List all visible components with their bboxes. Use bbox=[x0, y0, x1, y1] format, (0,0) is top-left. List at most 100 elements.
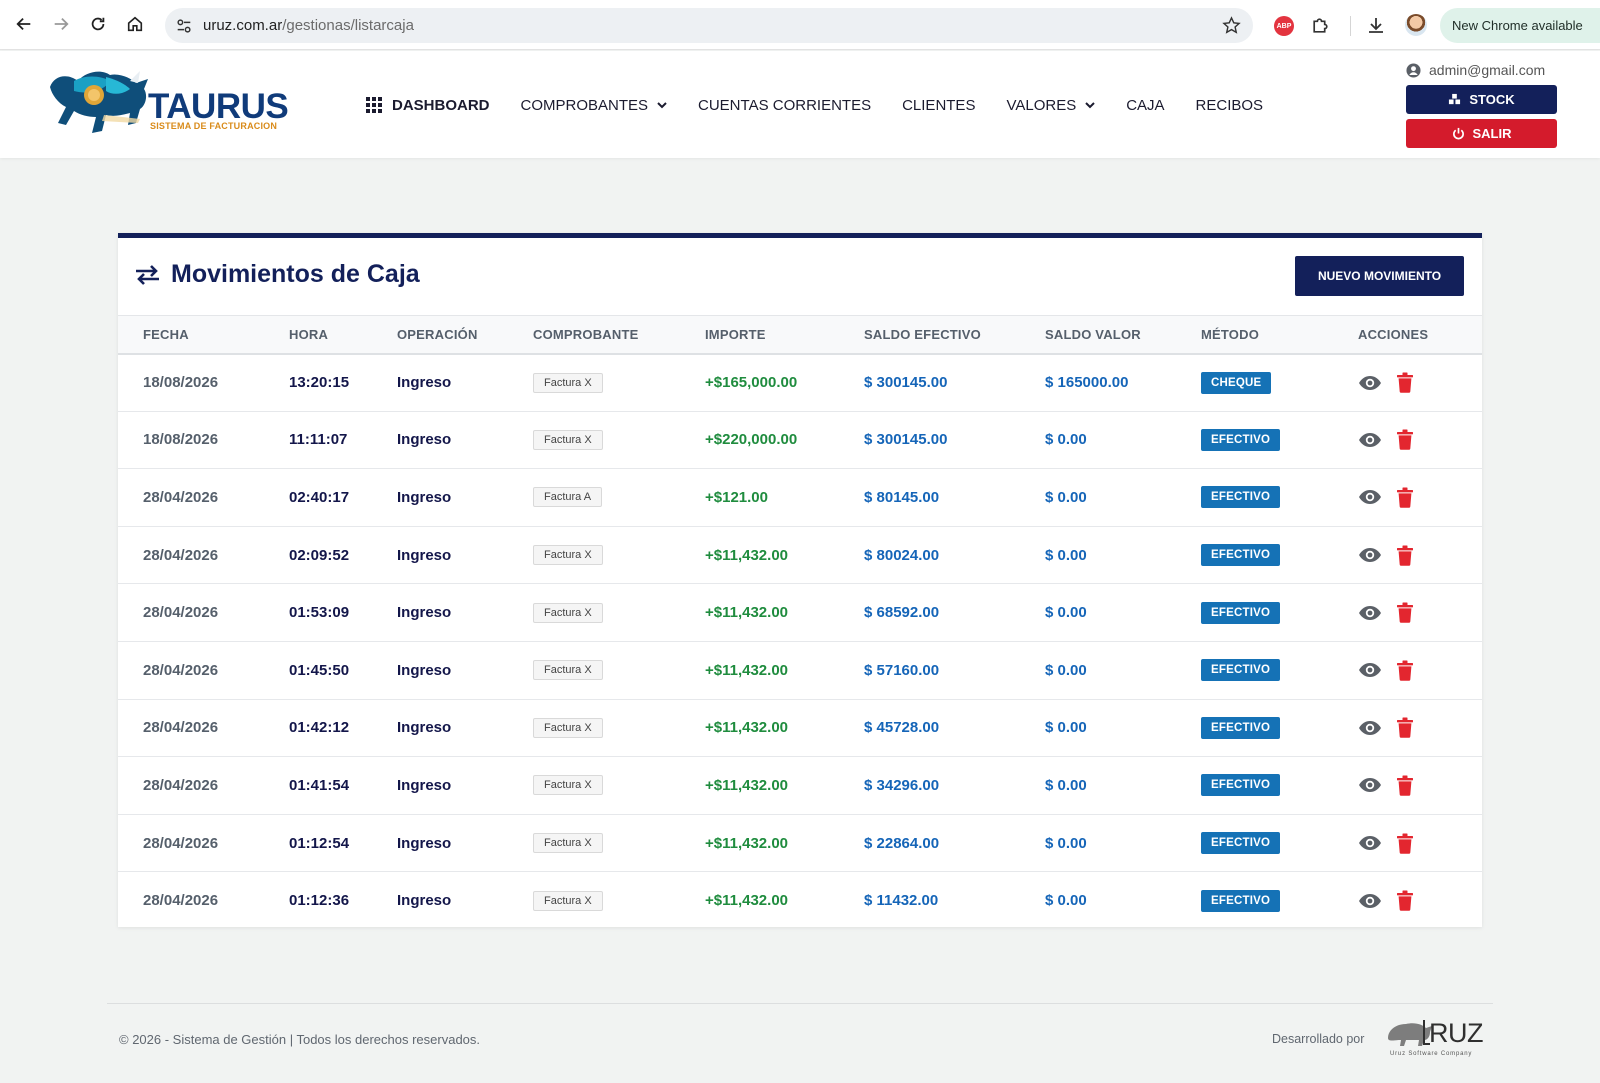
row-actions bbox=[1358, 890, 1482, 912]
comprobante-badge[interactable]: Factura X bbox=[533, 429, 603, 450]
app-header: TAURUS SISTEMA DE FACTURACION DASHBOARD … bbox=[0, 51, 1600, 158]
chevron-down-icon bbox=[1085, 101, 1095, 108]
col-header[interactable]: FECHA bbox=[118, 316, 264, 354]
comprobante-badge[interactable]: Factura X bbox=[533, 545, 603, 566]
cell-operacion: Ingreso bbox=[397, 776, 452, 794]
cell-hora: 13:20:15 bbox=[289, 374, 350, 392]
col-header: ACCIONES bbox=[1358, 326, 1429, 342]
stock-button[interactable]: STOCK bbox=[1406, 85, 1557, 114]
back-button[interactable] bbox=[11, 11, 37, 37]
cell-importe: +$11,432.00 bbox=[705, 719, 789, 737]
cell-comprobante: Factura X bbox=[508, 814, 680, 872]
col-header[interactable]: OPERACIÓN bbox=[372, 316, 508, 354]
col-header[interactable]: MÉTODO bbox=[1176, 316, 1333, 354]
new-movement-button[interactable]: NUEVO MOVIMIENTO bbox=[1295, 256, 1464, 296]
eye-icon[interactable] bbox=[1358, 777, 1382, 793]
nav-comprobantes[interactable]: COMPROBANTES bbox=[521, 97, 668, 114]
nav-caja[interactable]: CAJA bbox=[1126, 97, 1164, 114]
eye-icon[interactable] bbox=[1358, 662, 1382, 678]
cell-saldo-efectivo: $ 11432.00 bbox=[864, 892, 939, 910]
cell-hora: 01:45:50 bbox=[289, 661, 350, 679]
trash-icon[interactable] bbox=[1396, 602, 1414, 623]
nav-valores[interactable]: VALORES bbox=[1006, 97, 1095, 114]
table-row: 28/04/2026 01:41:54 Ingreso Factura X +$… bbox=[118, 757, 1482, 815]
download-icon[interactable] bbox=[1366, 15, 1386, 35]
col-header[interactable]: SALDO VALOR bbox=[1020, 316, 1176, 354]
arrow-left-icon bbox=[16, 17, 31, 31]
col-header[interactable]: HORA bbox=[264, 316, 372, 354]
chrome-update-button[interactable]: New Chrome available bbox=[1440, 8, 1600, 43]
col-header[interactable]: COMPROBANTE bbox=[508, 316, 680, 354]
trash-icon[interactable] bbox=[1396, 890, 1414, 912]
comprobante-badge[interactable]: Factura A bbox=[533, 487, 603, 508]
address-bar[interactable]: uruz.com.ar/gestionas/listarcaja bbox=[165, 8, 1253, 43]
taurus-logo[interactable]: TAURUS SISTEMA DE FACTURACION bbox=[44, 65, 289, 141]
row-actions bbox=[1358, 372, 1482, 393]
cash-movements-card: Movimientos de Caja NUEVO MOVIMIENTO FEC… bbox=[118, 233, 1482, 927]
forward-button[interactable] bbox=[48, 11, 74, 37]
tune-icon[interactable] bbox=[175, 17, 193, 35]
eye-icon[interactable] bbox=[1358, 489, 1382, 505]
trash-icon[interactable] bbox=[1396, 545, 1414, 566]
cell-metodo: EFECTIVO bbox=[1176, 699, 1333, 757]
cell-fecha: 28/04/2026 bbox=[143, 719, 219, 737]
trash-icon[interactable] bbox=[1396, 429, 1414, 451]
star-icon[interactable] bbox=[1222, 16, 1241, 35]
uruz-logo-subtitle: Uruz Software Company bbox=[1390, 1051, 1473, 1057]
cell-acciones bbox=[1333, 411, 1482, 469]
uruz-logo[interactable]: RUZ Uruz Software Company bbox=[1384, 1018, 1484, 1060]
trash-icon[interactable] bbox=[1396, 717, 1414, 739]
comprobante-badge[interactable]: Factura X bbox=[533, 890, 603, 911]
row-actions bbox=[1358, 602, 1482, 623]
reload-icon bbox=[91, 17, 105, 31]
comprobante-badge[interactable]: Factura X bbox=[533, 717, 603, 738]
profile-avatar[interactable] bbox=[1405, 14, 1427, 36]
nav-cuentas-corrientes[interactable]: CUENTAS CORRIENTES bbox=[698, 97, 871, 114]
trash-icon[interactable] bbox=[1396, 775, 1414, 796]
cell-saldo-efectivo: $ 80145.00 bbox=[864, 488, 940, 506]
trash-icon[interactable] bbox=[1396, 833, 1414, 854]
eye-icon[interactable] bbox=[1358, 547, 1382, 563]
cell-saldo-valor: $ 0.00 bbox=[1045, 661, 1087, 679]
cell-operacion: Ingreso bbox=[397, 374, 452, 392]
reload-button[interactable] bbox=[85, 11, 111, 37]
comprobante-badge[interactable]: Factura X bbox=[533, 602, 603, 623]
nav-recibos[interactable]: RECIBOS bbox=[1196, 97, 1264, 114]
nav-clientes[interactable]: CLIENTES bbox=[902, 97, 975, 114]
comprobante-badge[interactable]: Factura X bbox=[533, 660, 603, 681]
abp-label: ABP bbox=[1276, 22, 1292, 30]
home-button[interactable] bbox=[122, 11, 148, 37]
trash-icon[interactable] bbox=[1396, 372, 1414, 393]
eye-icon[interactable] bbox=[1358, 893, 1382, 909]
comprobante-badge[interactable]: Factura X bbox=[533, 372, 603, 393]
cell-fecha: 28/04/2026 bbox=[143, 776, 219, 794]
adblock-extension-icon[interactable]: ABP bbox=[1274, 16, 1294, 36]
comprobante-badge[interactable]: Factura X bbox=[533, 833, 603, 854]
cell-acciones bbox=[1333, 699, 1482, 757]
puzzle-icon[interactable] bbox=[1310, 15, 1331, 36]
col-header[interactable]: SALDO EFECTIVO bbox=[839, 316, 1020, 354]
cell-operacion: Ingreso bbox=[397, 431, 452, 449]
eye-icon[interactable] bbox=[1358, 835, 1382, 851]
cell-acciones bbox=[1333, 872, 1482, 930]
cell-acciones bbox=[1333, 584, 1482, 642]
row-actions bbox=[1358, 833, 1482, 854]
cell-comprobante: Factura X bbox=[508, 526, 680, 584]
col-header[interactable]: IMPORTE bbox=[680, 316, 839, 354]
logout-button[interactable]: SALIR bbox=[1406, 119, 1557, 148]
cell-metodo: CHEQUE bbox=[1176, 354, 1333, 412]
eye-icon[interactable] bbox=[1358, 605, 1382, 621]
comprobante-badge[interactable]: Factura X bbox=[533, 775, 603, 796]
eye-icon[interactable] bbox=[1358, 432, 1382, 448]
trash-icon[interactable] bbox=[1396, 487, 1414, 508]
table-row: 18/08/2026 11:11:07 Ingreso Factura X +$… bbox=[118, 411, 1482, 469]
nav-clientes-label: CLIENTES bbox=[902, 96, 976, 114]
eye-icon[interactable] bbox=[1358, 720, 1382, 736]
user-email: admin@gmail.com bbox=[1429, 62, 1546, 78]
trash-icon[interactable] bbox=[1396, 660, 1414, 681]
eye-icon[interactable] bbox=[1358, 375, 1382, 391]
grid-icon bbox=[366, 97, 382, 113]
nav-dashboard-label: DASHBOARD bbox=[392, 96, 490, 114]
nav-dashboard[interactable]: DASHBOARD bbox=[366, 97, 490, 114]
stock-label: STOCK bbox=[1469, 92, 1515, 107]
